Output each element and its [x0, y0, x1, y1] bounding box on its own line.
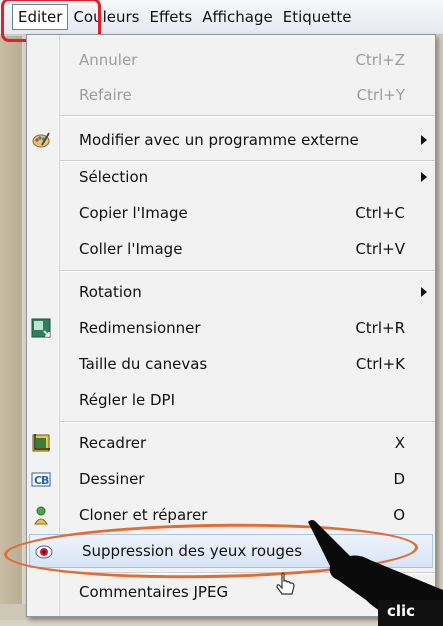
menu-separator — [60, 115, 435, 117]
menu-etiquette[interactable]: Etiquette — [278, 8, 357, 26]
menu-item-label: Copier l'Image — [79, 204, 188, 222]
palette-icon — [32, 132, 50, 148]
menu-item-shortcut: X — [394, 434, 405, 452]
svg-text:B: B — [41, 474, 49, 487]
background-edge — [0, 36, 22, 620]
menu-item-label: Redimensionner — [79, 319, 201, 337]
submenu-arrow-icon — [421, 172, 427, 182]
resize-icon — [31, 318, 51, 338]
menu-item-paste-image[interactable]: Coller l'Image Ctrl+V — [27, 232, 435, 266]
menu-item-canvas-size[interactable]: Taille du canevas Ctrl+K — [27, 347, 435, 381]
menu-item-rotation[interactable]: Rotation — [27, 275, 435, 309]
menu-separator — [60, 421, 435, 423]
menu-item-shortcut: D — [393, 470, 405, 488]
menu-item-shortcut: Ctrl+Z — [355, 51, 405, 69]
menu-item-label: Cloner et réparer — [79, 506, 208, 524]
menu-item-label: Recadrer — [79, 434, 147, 452]
menu-item-copy-image[interactable]: Copier l'Image Ctrl+C — [27, 196, 435, 230]
menu-item-undo[interactable]: Annuler Ctrl+Z — [27, 43, 435, 77]
submenu-arrow-icon — [421, 287, 427, 297]
draw-icon: C B — [31, 472, 51, 487]
menu-item-shortcut: Ctrl+V — [355, 240, 405, 258]
menu-item-shortcut: Ctrl+C — [355, 204, 405, 222]
menu-item-resize[interactable]: Redimensionner Ctrl+R — [27, 311, 435, 345]
menu-item-label: Annuler — [79, 51, 138, 69]
menu-item-selection[interactable]: Sélection — [27, 160, 435, 194]
menu-item-shortcut: Ctrl+R — [355, 319, 405, 337]
crop-icon — [32, 434, 50, 452]
menu-item-draw[interactable]: C B Dessiner D — [27, 462, 435, 496]
menu-effets[interactable]: Effets — [145, 8, 198, 26]
menu-item-shortcut: Ctrl+Y — [356, 86, 405, 104]
click-label: clic — [387, 602, 416, 620]
clone-icon — [34, 506, 48, 525]
menu-item-label: Refaire — [79, 86, 132, 104]
menu-item-label: Coller l'Image — [79, 240, 183, 258]
menu-affichage[interactable]: Affichage — [197, 8, 277, 26]
menu-item-external-editor[interactable]: Modifier avec un programme externe — [27, 123, 435, 157]
menu-item-set-dpi[interactable]: Régler le DPI — [27, 383, 435, 417]
menu-item-label: Modifier avec un programme externe — [79, 131, 359, 149]
menu-item-label: Régler le DPI — [79, 391, 176, 409]
menu-item-label: Taille du canevas — [79, 355, 208, 373]
hand-cursor-icon — [276, 572, 295, 595]
submenu-arrow-icon — [421, 135, 427, 145]
menu-item-label: Sélection — [79, 168, 149, 186]
menu-item-redo[interactable]: Refaire Ctrl+Y — [27, 78, 435, 112]
menu-separator — [60, 270, 435, 272]
menu-item-label: Rotation — [79, 283, 142, 301]
menu-item-crop[interactable]: Recadrer X — [27, 426, 435, 460]
menu-item-shortcut: Ctrl+K — [355, 355, 405, 373]
menu-item-label: Dessiner — [79, 470, 145, 488]
menu-item-label: Commentaires JPEG — [79, 583, 229, 601]
